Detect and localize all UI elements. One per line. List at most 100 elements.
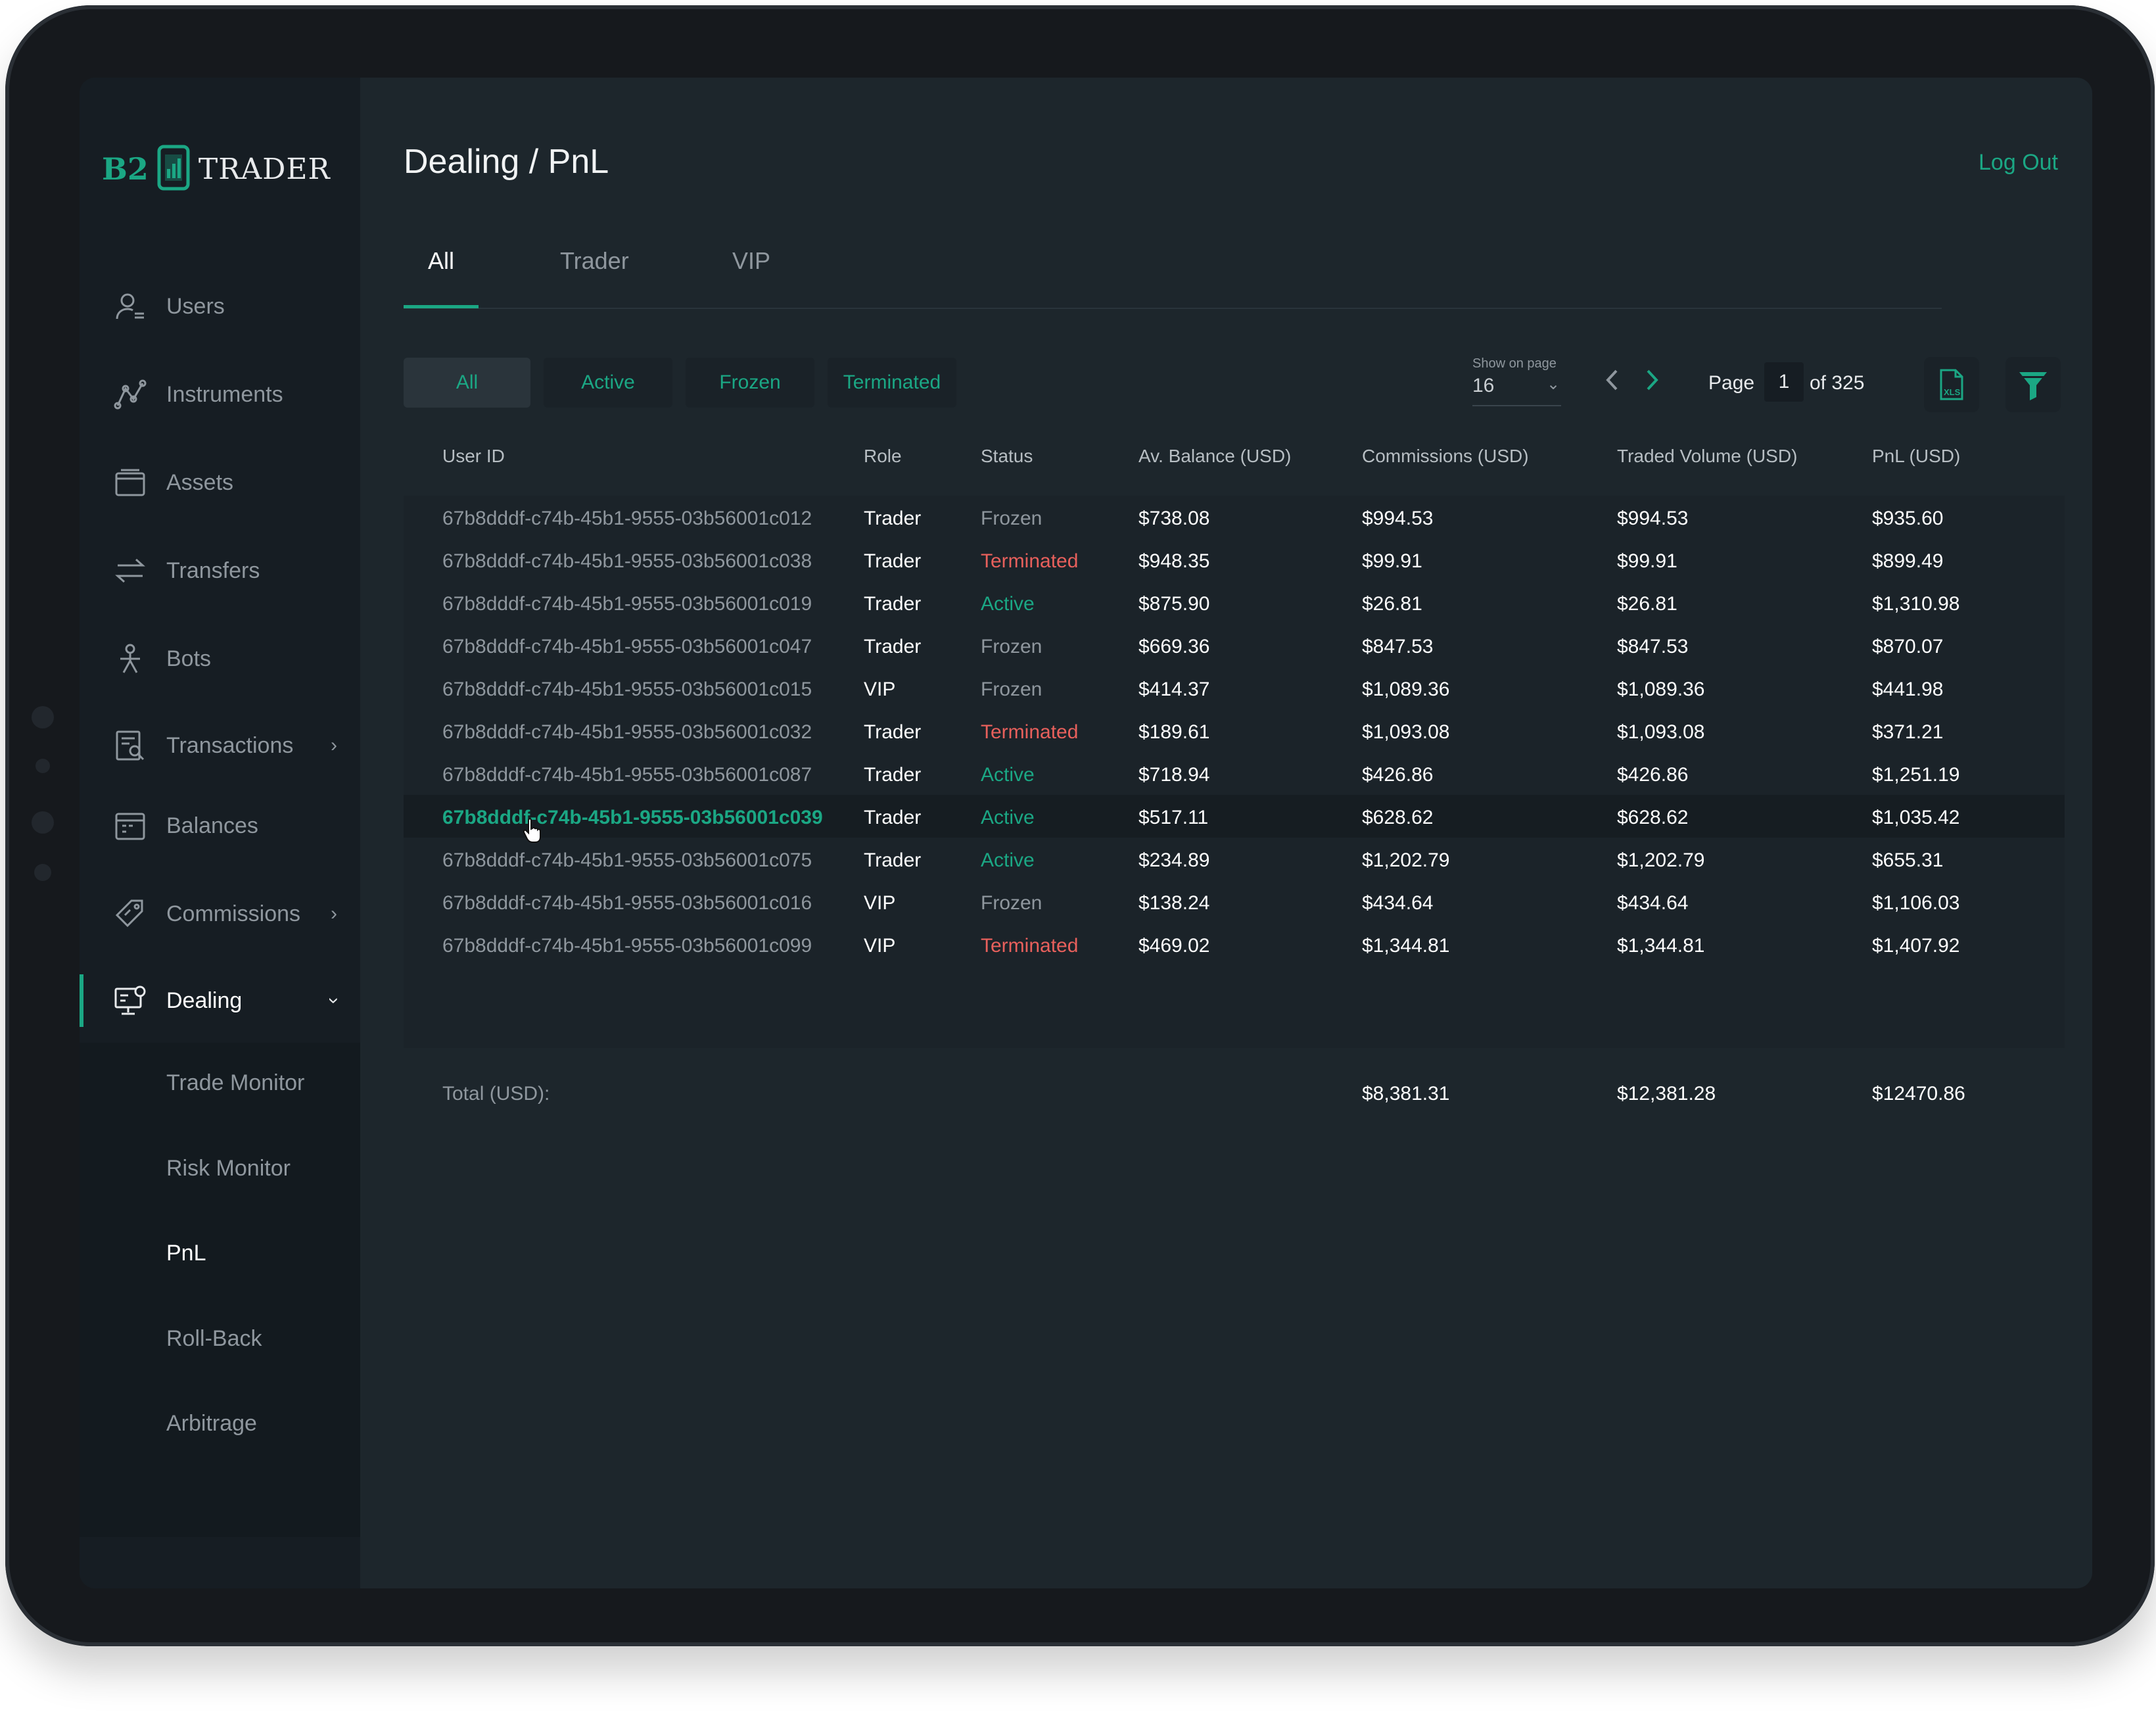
sidebar-item-users[interactable]: Users — [80, 280, 360, 333]
column-header-status[interactable]: Status — [981, 446, 1033, 467]
column-header-av-balance[interactable]: Av. Balance (USD) — [1138, 446, 1291, 467]
cell-traded-volume: $99.91 — [1617, 550, 1677, 572]
filter-button[interactable] — [2005, 357, 2061, 412]
table-row[interactable]: 67b8dddf-c74b-45b1-9555-03b56001c099 VIP T… — [404, 923, 2065, 966]
cell-commissions: $99.91 — [1362, 550, 1422, 572]
sidebar-item-label: Transactions — [166, 732, 294, 758]
cell-user-id[interactable]: 67b8dddf-c74b-45b1-9555-03b56001c087 — [442, 764, 812, 786]
column-header-traded-volume[interactable]: Traded Volume (USD) — [1617, 446, 1797, 467]
table-row[interactable]: 67b8dddf-c74b-45b1-9555-03b56001c047 Trad… — [404, 624, 2065, 667]
cell-role: Trader — [864, 593, 922, 615]
camera-dot — [34, 864, 51, 881]
logout-link[interactable]: Log Out — [1979, 150, 2058, 176]
show-on-page-select[interactable]: 16 — [1472, 375, 1494, 397]
sidebar-item-balances[interactable]: Balances — [80, 799, 360, 852]
cell-pnl: $1,310.98 — [1872, 593, 1960, 615]
cell-user-id[interactable]: 67b8dddf-c74b-45b1-9555-03b56001c038 — [442, 550, 812, 573]
status-filter-active[interactable]: Active — [544, 358, 672, 408]
cell-user-id[interactable]: 67b8dddf-c74b-45b1-9555-03b56001c075 — [442, 849, 812, 872]
cell-user-id[interactable]: 67b8dddf-c74b-45b1-9555-03b56001c099 — [442, 935, 812, 957]
sidebar-item-bots[interactable]: Bots — [80, 632, 360, 685]
status-filter-frozen[interactable]: Frozen — [686, 358, 814, 408]
cell-role: Trader — [864, 550, 922, 572]
sidebar: B2 TRADER Users Instruments Assets Trans… — [80, 78, 360, 1588]
cell-traded-volume: $426.86 — [1617, 764, 1689, 786]
column-header-pnl[interactable]: PnL (USD) — [1872, 446, 1960, 467]
sub-item-risk-monitor[interactable]: Risk Monitor — [166, 1156, 291, 1181]
page-number-input[interactable]: 1 — [1764, 362, 1804, 402]
table-row[interactable]: 67b8dddf-c74b-45b1-9555-03b56001c012 Trad… — [404, 496, 2065, 538]
cell-commissions: $1,089.36 — [1362, 678, 1450, 700]
cell-traded-volume: $1,089.36 — [1617, 678, 1705, 700]
monitor-icon — [112, 983, 148, 1018]
cell-user-id[interactable]: 67b8dddf-c74b-45b1-9555-03b56001c019 — [442, 593, 812, 615]
cell-status: Terminated — [981, 550, 1079, 572]
chevron-right-icon — [1647, 369, 1658, 391]
cell-role: Trader — [864, 849, 922, 871]
table-row[interactable]: 67b8dddf-c74b-45b1-9555-03b56001c016 VIP F… — [404, 880, 2065, 923]
cell-user-id[interactable]: 67b8dddf-c74b-45b1-9555-03b56001c032 — [442, 721, 812, 744]
show-on-page-label: Show on page — [1472, 356, 1557, 371]
sidebar-item-transactions[interactable]: Transactions › — [80, 719, 360, 772]
sidebar-item-commissions[interactable]: Commissions › — [80, 888, 360, 940]
cell-status: Active — [981, 849, 1035, 871]
cell-user-id[interactable]: 67b8dddf-c74b-45b1-9555-03b56001c039 — [442, 807, 823, 829]
sub-item-pnl[interactable]: PnL — [166, 1241, 206, 1266]
sub-item-arbitrage[interactable]: Arbitrage — [166, 1411, 257, 1437]
table-row[interactable]: 67b8dddf-c74b-45b1-9555-03b56001c015 VIP F… — [404, 667, 2065, 709]
cell-pnl: $935.60 — [1872, 508, 1944, 529]
chevron-down-icon[interactable]: ⌄ — [1547, 375, 1560, 394]
prev-page-button[interactable] — [1603, 367, 1620, 396]
column-header-role[interactable]: Role — [864, 446, 902, 467]
cell-av-balance: $138.24 — [1138, 892, 1210, 914]
cell-traded-volume: $994.53 — [1617, 508, 1689, 529]
column-header-commissions[interactable]: Commissions (USD) — [1362, 446, 1529, 467]
brand-prefix: B2 — [102, 151, 149, 187]
xls-file-icon: XLS — [1940, 369, 1963, 400]
chevron-down-icon: › — [323, 997, 345, 1004]
column-header-user-id[interactable]: User ID — [442, 446, 505, 467]
wallet-icon — [112, 465, 148, 500]
sub-item-roll-back[interactable]: Roll-Back — [166, 1326, 262, 1352]
sidebar-item-label: Transfers — [166, 558, 260, 583]
table-row[interactable]: 67b8dddf-c74b-45b1-9555-03b56001c087 Trad… — [404, 752, 2065, 795]
table-row[interactable]: 67b8dddf-c74b-45b1-9555-03b56001c075 Trad… — [404, 838, 2065, 880]
cell-av-balance: $875.90 — [1138, 593, 1210, 615]
sidebar-item-label: Bots — [166, 646, 212, 671]
cell-pnl: $1,035.42 — [1872, 807, 1960, 828]
table-row[interactable]: 67b8dddf-c74b-45b1-9555-03b56001c039 Trad… — [404, 795, 2065, 838]
tab-trader[interactable]: Trader — [560, 247, 629, 275]
status-filter-terminated[interactable]: Terminated — [828, 358, 956, 408]
cell-status: Active — [981, 764, 1035, 786]
cell-user-id[interactable]: 67b8dddf-c74b-45b1-9555-03b56001c047 — [442, 636, 812, 658]
table-row[interactable]: 67b8dddf-c74b-45b1-9555-03b56001c038 Trad… — [404, 538, 2065, 581]
table-row[interactable]: 67b8dddf-c74b-45b1-9555-03b56001c019 Trad… — [404, 581, 2065, 624]
brand-name: TRADER — [198, 152, 331, 186]
status-filter-all[interactable]: All — [404, 358, 530, 408]
tab-all[interactable]: All — [428, 247, 454, 275]
cell-status: Active — [981, 807, 1035, 828]
next-page-button[interactable] — [1644, 367, 1661, 396]
bot-icon — [112, 641, 148, 677]
total-pnl: $12470.86 — [1872, 1083, 1965, 1105]
cell-traded-volume: $628.62 — [1617, 807, 1689, 828]
sidebar-item-dealing[interactable]: Dealing › — [80, 974, 360, 1027]
sidebar-item-assets[interactable]: Assets — [80, 456, 360, 509]
cell-user-id[interactable]: 67b8dddf-c74b-45b1-9555-03b56001c012 — [442, 508, 812, 530]
export-xls-button[interactable]: XLS — [1924, 357, 1979, 412]
total-commissions: $8,381.31 — [1362, 1083, 1450, 1105]
cell-user-id[interactable]: 67b8dddf-c74b-45b1-9555-03b56001c016 — [442, 892, 812, 915]
sidebar-item-label: Assets — [166, 469, 234, 495]
tab-vip[interactable]: VIP — [732, 247, 770, 275]
sidebar-item-label: Commissions — [166, 901, 301, 926]
sub-item-trade-monitor[interactable]: Trade Monitor — [166, 1070, 304, 1096]
cell-user-id[interactable]: 67b8dddf-c74b-45b1-9555-03b56001c015 — [442, 678, 812, 701]
cell-pnl: $870.07 — [1872, 636, 1944, 657]
brand-logo[interactable]: B2 TRADER — [102, 139, 331, 199]
cell-commissions: $434.64 — [1362, 892, 1434, 914]
cell-pnl: $1,251.19 — [1872, 764, 1960, 786]
active-indicator — [80, 974, 83, 1027]
table-row[interactable]: 67b8dddf-c74b-45b1-9555-03b56001c032 Trad… — [404, 709, 2065, 752]
sidebar-item-transfers[interactable]: Transfers — [80, 544, 360, 597]
sidebar-item-instruments[interactable]: Instruments — [80, 368, 360, 421]
